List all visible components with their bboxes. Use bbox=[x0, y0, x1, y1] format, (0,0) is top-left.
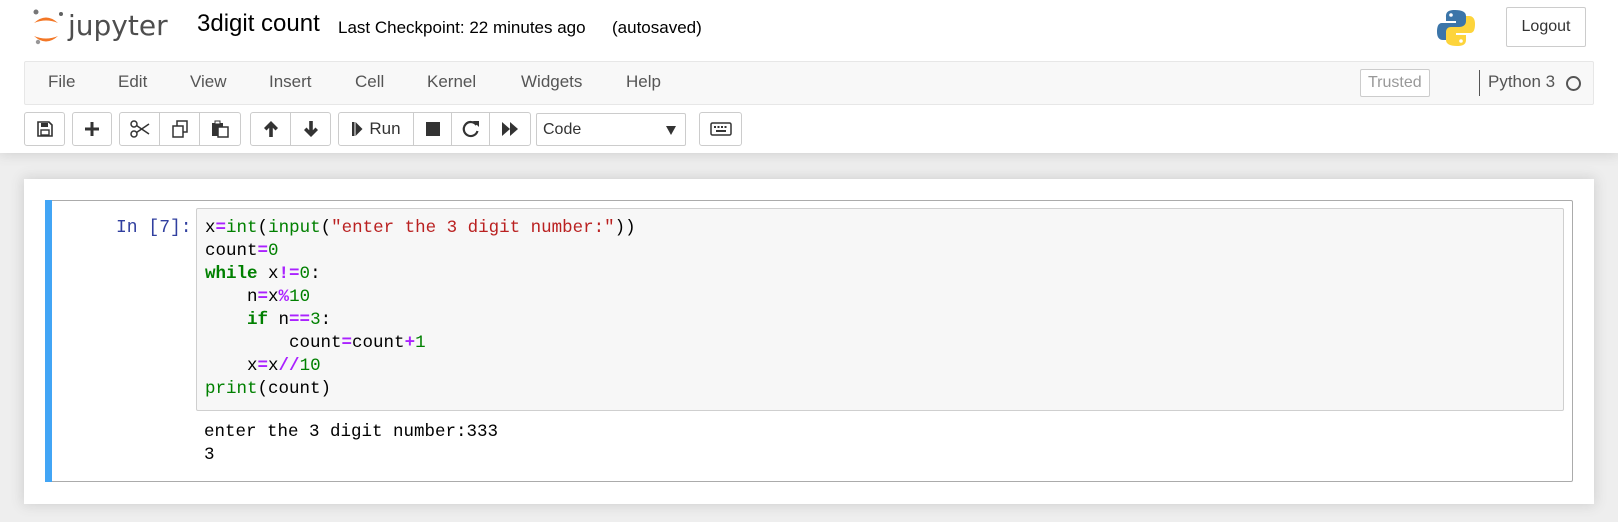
insert-cell-button[interactable] bbox=[72, 112, 112, 146]
cell-output: enter the 3 digit number:333 3 bbox=[204, 421, 498, 467]
code-line: print(count) bbox=[205, 378, 636, 401]
menu-insert[interactable]: Insert bbox=[269, 72, 312, 92]
input-prompt: In [7]: bbox=[116, 218, 192, 238]
code-line-text: n=x%10 bbox=[205, 287, 311, 307]
save-icon bbox=[36, 121, 53, 137]
code-line-text: count=count+1 bbox=[205, 333, 426, 353]
restart-run-all-button[interactable] bbox=[489, 112, 531, 146]
code-content: x=int(input("enter the 3 digit number:")… bbox=[205, 217, 636, 401]
keyboard-icon bbox=[709, 122, 732, 136]
menu-file[interactable]: File bbox=[48, 72, 75, 92]
code-line-text: print(count) bbox=[205, 379, 332, 399]
restart-icon bbox=[462, 120, 479, 138]
paste-button[interactable] bbox=[199, 112, 241, 146]
notebook-name[interactable]: 3digit count bbox=[197, 10, 320, 38]
menu-help[interactable]: Help bbox=[626, 72, 661, 92]
code-line: while x!=0: bbox=[205, 263, 636, 286]
paste-icon bbox=[212, 120, 229, 138]
menu-kernel[interactable]: Kernel bbox=[427, 72, 476, 92]
jupyter-logo-text: jupyter bbox=[68, 9, 168, 42]
run-button[interactable]: Run bbox=[338, 112, 414, 146]
code-line: if n==3: bbox=[205, 309, 636, 332]
command-palette-button[interactable] bbox=[699, 112, 742, 146]
plus-icon bbox=[85, 122, 99, 136]
move-up-button[interactable] bbox=[250, 112, 291, 146]
code-editor[interactable]: x=int(input("enter the 3 digit number:")… bbox=[196, 208, 1564, 411]
fast-forward-icon bbox=[502, 122, 518, 136]
code-line: x=int(input("enter the 3 digit number:")… bbox=[205, 217, 636, 240]
autosave-status: (autosaved) bbox=[612, 18, 702, 37]
arrow-up-icon bbox=[263, 121, 278, 137]
code-line: n=x%10 bbox=[205, 286, 636, 309]
trusted-indicator[interactable]: Trusted bbox=[1360, 69, 1430, 97]
code-line-text: x=int(input("enter the 3 digit number:")… bbox=[205, 218, 636, 238]
move-down-button[interactable] bbox=[290, 112, 331, 146]
jupyter-logo[interactable]: jupyter bbox=[30, 8, 180, 48]
cut-icon bbox=[129, 120, 149, 138]
python-logo-icon bbox=[1436, 8, 1476, 48]
run-icon bbox=[352, 122, 363, 136]
copy-icon bbox=[171, 120, 188, 138]
notebook-container: In [7]: x=int(input("enter the 3 digit n… bbox=[24, 179, 1594, 504]
output-line: 3 bbox=[204, 445, 215, 465]
restart-button[interactable] bbox=[451, 112, 490, 146]
cell-type-value: Code bbox=[543, 121, 582, 138]
output-line: enter the 3 digit number:333 bbox=[204, 422, 499, 442]
selected-cell-indicator bbox=[45, 200, 52, 482]
interrupt-button[interactable] bbox=[413, 112, 452, 146]
menu-view[interactable]: View bbox=[190, 72, 227, 92]
kernel-separator bbox=[1479, 70, 1480, 96]
menubar: File Edit View Insert Cell Kernel Widget… bbox=[24, 61, 1594, 105]
code-line-text: if n==3: bbox=[247, 310, 332, 330]
save-button[interactable] bbox=[24, 112, 65, 146]
kernel-name[interactable]: Python 3 bbox=[1488, 72, 1555, 92]
code-line-text: count=0 bbox=[205, 241, 279, 261]
run-label: Run bbox=[369, 119, 401, 138]
header: jupyter 3digit count Last Checkpoint: 22… bbox=[0, 0, 1618, 153]
code-line-text: while x!=0: bbox=[205, 264, 321, 284]
menu-cell[interactable]: Cell bbox=[355, 72, 384, 92]
logout-button[interactable]: Logout bbox=[1506, 7, 1586, 47]
code-line: x=x//10 bbox=[205, 355, 636, 378]
cut-button[interactable] bbox=[119, 112, 160, 146]
code-cell[interactable]: In [7]: x=int(input("enter the 3 digit n… bbox=[45, 200, 1573, 482]
menu-widgets[interactable]: Widgets bbox=[521, 72, 582, 92]
code-line: count=count+1 bbox=[205, 332, 636, 355]
arrow-down-icon bbox=[303, 121, 318, 137]
cell-type-select[interactable]: Code bbox=[536, 113, 686, 146]
code-line: count=0 bbox=[205, 240, 636, 263]
stop-icon bbox=[425, 122, 440, 136]
checkpoint-status: Last Checkpoint: 22 minutes ago bbox=[338, 18, 586, 37]
kernel-idle-icon bbox=[1566, 76, 1581, 91]
menu-edit[interactable]: Edit bbox=[118, 72, 147, 92]
code-line-text: x=x//10 bbox=[205, 356, 321, 376]
copy-button[interactable] bbox=[159, 112, 200, 146]
dropdown-arrow-icon bbox=[666, 126, 676, 135]
